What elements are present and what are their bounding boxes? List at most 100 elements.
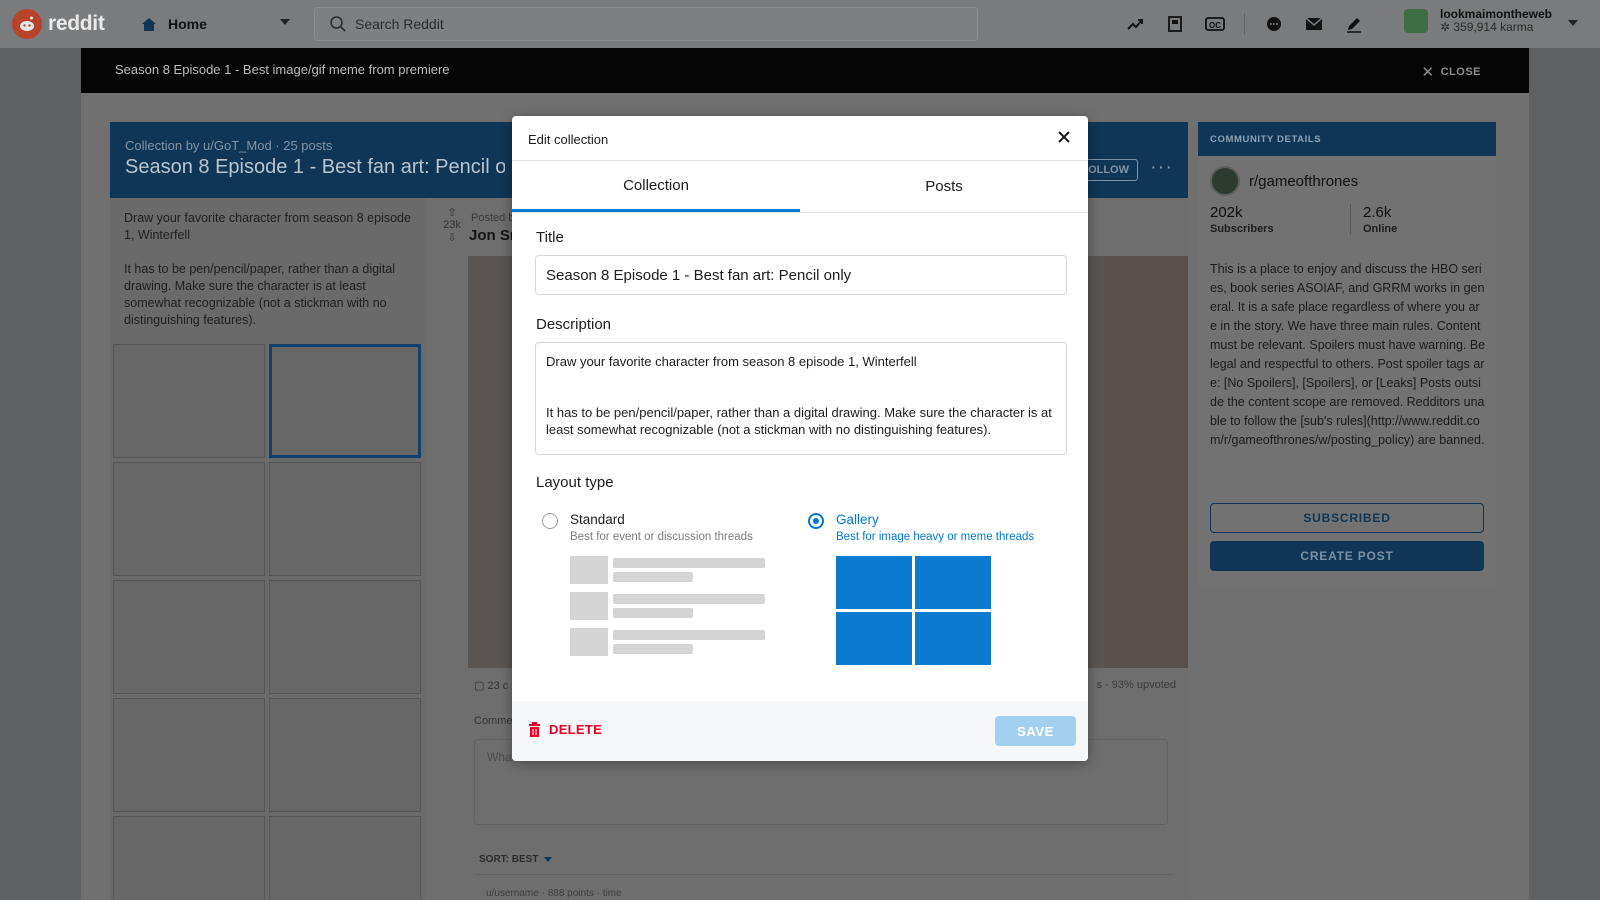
collection-title: Season 8 Episode 1 - Best fan art: Penci… (125, 156, 505, 178)
modal-header: Edit collection (512, 116, 1088, 161)
layout-standard-name: Standard (570, 512, 625, 527)
trash-icon (529, 722, 540, 737)
karma-icon: ✲ (1440, 20, 1454, 34)
svg-text:OC: OC (1209, 21, 1221, 30)
follow-button[interactable]: OLLOW (1080, 159, 1138, 181)
thumbnail[interactable] (269, 580, 421, 694)
collection-banner: Season 8 Episode 1 - Best image/gif meme… (81, 48, 1529, 93)
sort-label: SORT: BEST (479, 854, 539, 865)
modal-title: Edit collection (528, 132, 609, 147)
save-button[interactable]: SAVE (995, 716, 1076, 746)
preview-row (570, 556, 766, 584)
mail-icon[interactable] (1303, 13, 1325, 35)
all-icon[interactable]: OC (1204, 13, 1226, 35)
comment-author-row: u/username · 888 points · time (486, 888, 622, 899)
subscribers-label: Subscribers (1210, 223, 1274, 235)
trending-icon[interactable] (1124, 13, 1146, 35)
collection-byline: Collection by u/GoT_Mod · 25 posts (125, 138, 333, 153)
modal-tabs: Collection Posts (512, 161, 1088, 213)
search-placeholder: Search Reddit (355, 16, 444, 32)
layout-type-label: Layout type (536, 474, 614, 491)
create-post-icon[interactable] (1343, 13, 1365, 35)
collection-description: Draw your favorite character from season… (124, 211, 411, 327)
thumbnail[interactable] (113, 698, 265, 812)
banner-title: Season 8 Episode 1 - Best image/gif meme… (115, 62, 450, 77)
user-info: lookmaimontheweb ✲ 359,914 karma (1440, 8, 1552, 34)
radio-gallery[interactable] (808, 513, 824, 529)
top-navigation: reddit Home Search Reddit OC lookmaimont… (0, 0, 1600, 48)
comments-count-text: 23 c (487, 680, 509, 692)
upvote-icon[interactable]: ⇧ (442, 206, 462, 219)
create-post-button[interactable]: CREATE POST (1210, 541, 1484, 571)
comment-icon: ▢ (474, 680, 488, 692)
thumbnail[interactable] (113, 816, 265, 900)
online-count: 2.6k (1363, 204, 1392, 221)
layout-gallery-name: Gallery (836, 512, 879, 527)
upvote-ratio: s · 93% upvoted (1096, 679, 1177, 691)
online-label: Online (1363, 223, 1398, 235)
close-button[interactable] (1054, 127, 1074, 147)
banner-close-label: CLOSE (1440, 66, 1481, 78)
subreddit-name[interactable]: r/gameofthrones (1249, 173, 1358, 190)
vote-controls: ⇧ 23k ⇩ (442, 206, 462, 244)
radio-standard[interactable] (542, 513, 558, 529)
title-input[interactable] (535, 255, 1067, 295)
subreddit-icon (1210, 166, 1240, 196)
subscribed-button[interactable]: SUBSCRIBED (1210, 503, 1484, 533)
more-options-icon[interactable]: ··· (1150, 156, 1173, 179)
sort-dropdown[interactable]: SORT: BEST (479, 854, 553, 865)
tab-collection[interactable]: Collection (512, 161, 800, 212)
subreddit-stats: 202k Subscribers 2.6k Online (1210, 204, 1450, 235)
standard-layout-preview (570, 556, 766, 664)
post-image-edge (1104, 256, 1188, 668)
search-bar[interactable]: Search Reddit (314, 7, 978, 41)
search-icon (330, 16, 346, 32)
delete-label: DELETE (549, 722, 603, 737)
comments-count[interactable]: ▢ 23 c (474, 679, 508, 692)
description-textarea[interactable]: Draw your favorite character from season… (535, 342, 1067, 455)
community-details-header: COMMUNITY DETAILS (1198, 122, 1496, 156)
delete-button[interactable]: DELETE (528, 722, 602, 737)
description-label: Description (536, 316, 612, 333)
chevron-down-icon (280, 19, 290, 25)
snoo-icon (12, 9, 42, 39)
tab-posts[interactable]: Posts (800, 161, 1088, 212)
preview-cell (836, 556, 912, 609)
layout-standard-desc: Best for event or discussion threads (570, 531, 753, 543)
reddit-wordmark: reddit (48, 12, 105, 35)
user-menu[interactable]: lookmaimontheweb ✲ 359,914 karma (1404, 8, 1578, 34)
thumbnail[interactable] (269, 698, 421, 812)
preview-cell (915, 556, 991, 609)
modal-footer: DELETE SAVE (512, 701, 1088, 761)
layout-option-standard[interactable]: Standard Best for event or discussion th… (542, 512, 782, 672)
nav-divider (1244, 13, 1245, 35)
popular-icon[interactable] (1164, 13, 1186, 35)
thumbnail[interactable] (269, 462, 421, 576)
gallery-layout-preview (836, 556, 992, 665)
subscribers-count: 202k (1210, 204, 1243, 221)
home-dropdown[interactable]: Home (120, 6, 300, 42)
banner-close-button[interactable]: ✕ CLOSE (1422, 63, 1481, 81)
thumbnail[interactable] (113, 462, 265, 576)
thumbnail[interactable] (269, 816, 421, 900)
home-icon (142, 18, 156, 31)
layout-gallery-desc: Best for image heavy or meme threads (836, 531, 1035, 543)
reddit-logo[interactable]: reddit (12, 9, 105, 39)
subscribers-stat: 202k Subscribers (1210, 204, 1350, 235)
subreddit-row[interactable]: r/gameofthrones (1210, 166, 1358, 196)
thumbnail-selected[interactable] (269, 344, 421, 458)
online-stat: 2.6k Online (1350, 204, 1450, 235)
chat-icon[interactable] (1263, 13, 1285, 35)
chevron-down-icon (544, 857, 553, 862)
close-icon: ✕ (1421, 64, 1435, 81)
user-karma: ✲ 359,914 karma (1440, 21, 1552, 34)
thumbnail[interactable] (113, 344, 265, 458)
downvote-icon[interactable]: ⇩ (442, 231, 462, 244)
thumbnail[interactable] (113, 580, 265, 694)
post-meta: Posted b (471, 212, 515, 224)
title-label: Title (536, 229, 564, 246)
layout-option-gallery[interactable]: Gallery Best for image heavy or meme thr… (808, 512, 1058, 672)
nav-icon-group: OC (1124, 13, 1383, 35)
collection-sidebar: Draw your favorite character from season… (110, 198, 426, 900)
avatar (1404, 9, 1428, 33)
